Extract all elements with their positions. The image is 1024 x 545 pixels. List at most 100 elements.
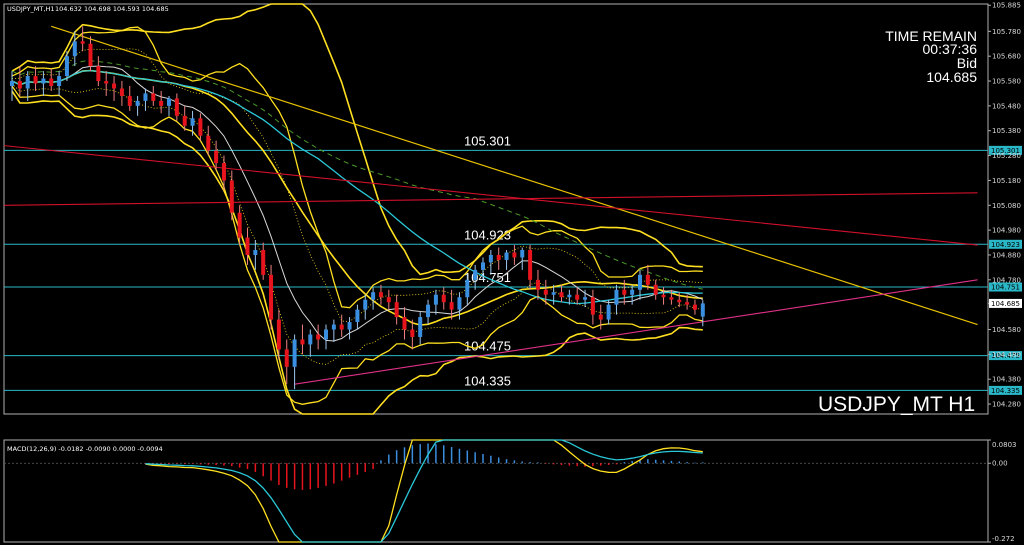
candle-body — [700, 303, 705, 317]
level-label: 105.301 — [464, 133, 511, 148]
price-tick-label: 104.880 — [992, 251, 1021, 259]
current-price-label: 104.685 — [991, 300, 1020, 308]
price-tick-label: 105.480 — [992, 102, 1021, 110]
price-tick-label: 105.280 — [992, 152, 1021, 160]
candle-body — [221, 163, 226, 181]
candle-body — [661, 294, 666, 298]
candle-body — [190, 118, 195, 126]
price-tick-label: 105.885 — [992, 2, 1021, 10]
candle-body — [535, 279, 540, 290]
chart-window: 105.301 105.301 104.923 104.923 104.751 104.7… — [0, 0, 1024, 545]
price-tick-label: 105.380 — [992, 127, 1021, 135]
candle-body — [449, 302, 454, 310]
candle-body — [465, 279, 470, 298]
price-tick-label: 104.480 — [992, 351, 1021, 359]
macd-tick-label: -0.272 — [992, 535, 1015, 543]
candle-body — [331, 324, 336, 330]
candle-body — [418, 317, 423, 337]
candle-body — [143, 93, 148, 101]
price-tick-label: 105.080 — [992, 202, 1021, 210]
candle-body — [567, 294, 572, 298]
candle-body — [504, 252, 509, 260]
macd-header: MACD(12,26,9) -0.0182 -0.0090 0.0000 -0.… — [7, 445, 163, 453]
candle-body — [174, 98, 179, 116]
candle-body — [17, 81, 22, 89]
candle-body — [622, 289, 627, 295]
candle-body — [520, 250, 525, 258]
price-tick-label: 104.380 — [992, 376, 1021, 384]
candle-body — [410, 329, 415, 337]
candle-body — [72, 41, 77, 57]
macd-tick-label: 0.00 — [992, 460, 1008, 468]
price-tick-label: 104.780 — [992, 276, 1021, 284]
bid-value: 104.685 — [926, 69, 977, 85]
candle-body — [669, 297, 674, 300]
candle-body — [104, 81, 109, 84]
candle-body — [308, 334, 313, 345]
candle-body — [135, 100, 140, 106]
candle-body — [49, 78, 54, 86]
candle-body — [41, 78, 46, 84]
level-price-tag-text: 104.335 — [991, 387, 1020, 395]
candle-body — [276, 319, 281, 350]
candle-body — [214, 150, 219, 164]
candle-body — [575, 294, 580, 300]
candle-body — [606, 304, 611, 320]
candle-body — [614, 289, 619, 305]
candle-body — [10, 81, 14, 86]
macd-tick-label: 0.0803 — [992, 441, 1017, 449]
candle-body — [33, 76, 38, 84]
candle-body — [378, 292, 383, 298]
candle-body — [512, 252, 517, 258]
candle-body — [638, 274, 642, 290]
candle-body — [64, 56, 69, 77]
level-price-tag-text: 104.923 — [991, 241, 1020, 249]
candle-body — [496, 254, 501, 260]
candle-body — [96, 66, 101, 82]
price-tick-label: 104.280 — [992, 401, 1021, 409]
candle-body — [284, 349, 289, 367]
candle-body — [167, 98, 171, 106]
candle-body — [363, 299, 368, 310]
candle-body — [300, 339, 305, 345]
candle-body — [433, 294, 438, 305]
candle-body — [481, 262, 485, 270]
candle-body — [316, 334, 321, 340]
candle-body — [229, 180, 234, 213]
candle-body — [551, 292, 556, 295]
candle-body — [371, 292, 376, 300]
candle-body — [386, 297, 391, 303]
candle-body — [630, 289, 635, 295]
ohlc-header: 104.632 104.698 104.593 104.685 — [55, 5, 169, 13]
candle-body — [112, 83, 117, 89]
candle-body — [292, 339, 297, 367]
price-tick-label: 105.680 — [992, 53, 1021, 61]
candle-body — [692, 304, 697, 310]
candle-body — [394, 302, 399, 318]
candle-body — [559, 292, 564, 298]
candle-body — [269, 274, 274, 320]
candle-body — [198, 118, 203, 136]
chart-canvas[interactable]: 105.301105.301104.923104.923104.751104.7… — [0, 0, 1024, 545]
candle-body — [253, 250, 258, 255]
candle-body — [88, 43, 93, 67]
candle-body — [402, 317, 407, 330]
candle-body — [677, 299, 682, 303]
candle-body — [583, 297, 588, 300]
candle-body — [590, 297, 595, 315]
candle-body — [245, 237, 250, 255]
candle-body — [355, 309, 360, 323]
symbol-watermark: USDJPY_MT H1 — [818, 393, 975, 416]
candle-body — [80, 41, 85, 44]
candle-body — [127, 95, 132, 106]
candle-body — [119, 88, 124, 96]
price-tick-label: 105.780 — [992, 28, 1021, 36]
candle-body — [488, 254, 493, 263]
candle-body — [426, 304, 431, 318]
level-price-tag-text: 104.751 — [991, 284, 1020, 292]
level-label: 104.335 — [464, 373, 511, 388]
candle-body — [457, 297, 462, 310]
candle-body — [685, 302, 690, 305]
candle-body — [151, 93, 156, 101]
candle-body — [206, 135, 211, 151]
